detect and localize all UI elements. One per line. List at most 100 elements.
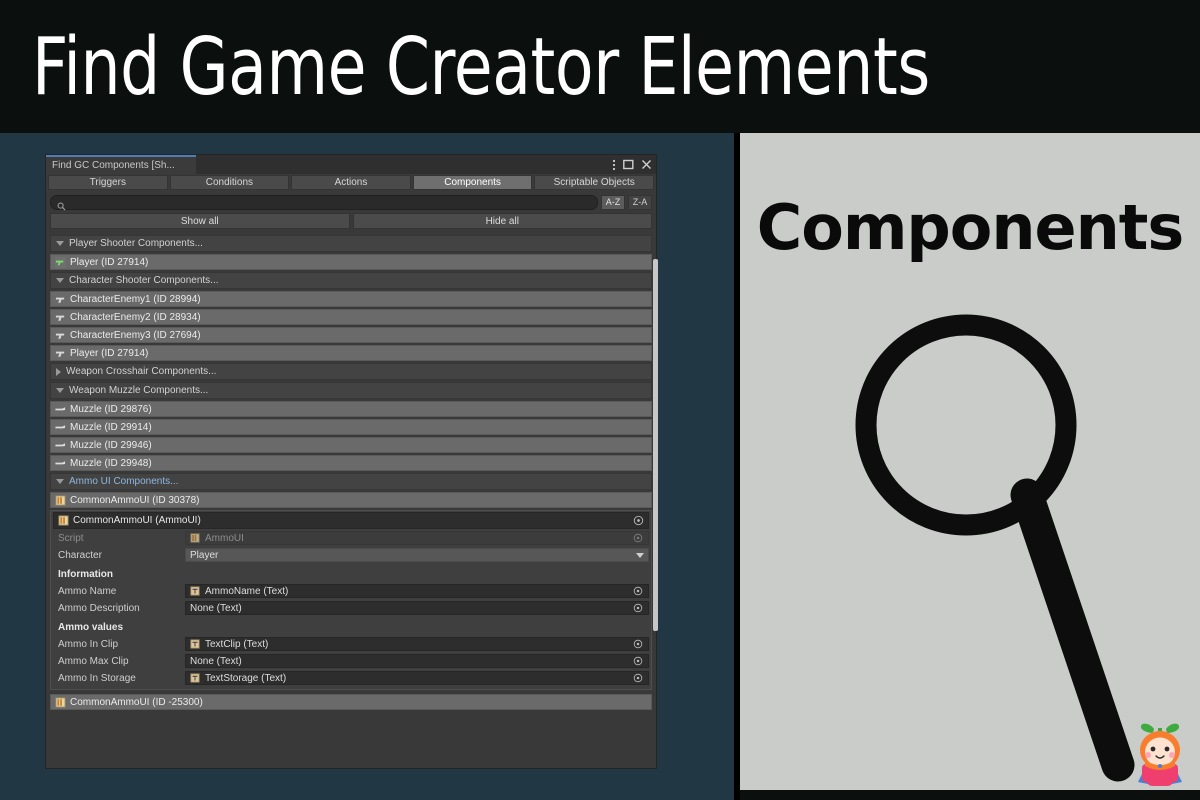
tab-label: Conditions: [205, 177, 254, 188]
list-item[interactable]: CharacterEnemy3 (ID 27694): [50, 327, 652, 343]
title-banner: Find Game Creator Elements: [0, 0, 1200, 133]
object-picker-icon[interactable]: [633, 656, 644, 667]
gun-icon: [55, 330, 66, 341]
ui-script-icon: [55, 696, 66, 708]
ammo-description-object-field[interactable]: None (Text): [185, 601, 649, 615]
list-item[interactable]: CharacterEnemy1 (ID 28994): [50, 291, 652, 307]
field-row-script: Script AmmoUI: [53, 530, 649, 546]
field-value-script: AmmoUI: [185, 531, 649, 545]
group-label: Weapon Muzzle Components...: [69, 385, 209, 396]
search-row: A-Z Z-A: [46, 191, 656, 213]
search-icon: [855, 314, 1135, 782]
kebab-menu-icon[interactable]: [612, 159, 616, 171]
show-all-button[interactable]: Show all: [50, 213, 350, 229]
left-pane: Find GC Components [Sh... Triggers Condi…: [0, 133, 734, 800]
field-label: Ammo In Storage: [58, 672, 136, 684]
list-item-label: Muzzle (ID 29948): [70, 457, 152, 469]
list-item-label: CharacterEnemy2 (ID 28934): [70, 311, 201, 323]
group-label: Character Shooter Components...: [69, 275, 219, 286]
group-header-character-shooter[interactable]: Character Shooter Components...: [50, 272, 652, 289]
field-row-character: Character Player: [53, 547, 649, 563]
muzzle-icon: [55, 458, 66, 469]
tab-conditions[interactable]: Conditions: [169, 175, 290, 190]
ammo-in-clip-object-field[interactable]: TextClip (Text): [185, 637, 649, 651]
tabbar: Triggers Conditions Actions Components S…: [46, 174, 656, 191]
chevron-down-icon: [56, 388, 64, 393]
object-picker-icon[interactable]: [633, 515, 644, 526]
section-header-information: Information: [58, 569, 113, 580]
tab-actions[interactable]: Actions: [291, 175, 411, 190]
text-icon: [190, 672, 201, 684]
object-picker-icon: [633, 533, 644, 544]
ammo-name-object-field[interactable]: AmmoName (Text): [185, 584, 649, 598]
muzzle-icon: [55, 440, 66, 451]
object-picker-icon[interactable]: [633, 586, 644, 597]
chevron-down-icon: [56, 241, 64, 246]
close-icon[interactable]: [641, 159, 652, 170]
field-value-text: TextStorage (Text): [205, 672, 287, 684]
list-item[interactable]: Muzzle (ID 29948): [50, 455, 652, 471]
list-item[interactable]: Player (ID 27914): [50, 345, 652, 361]
sort-za-button[interactable]: Z-A: [628, 194, 652, 210]
list-item[interactable]: CommonAmmoUI (ID -25300): [50, 694, 652, 710]
list-item[interactable]: Muzzle (ID 29876): [50, 401, 652, 417]
group-header-weapon-crosshair[interactable]: Weapon Crosshair Components...: [50, 363, 652, 380]
vertical-scrollbar-thumb[interactable]: [653, 259, 658, 631]
right-pane: Components: [740, 133, 1200, 800]
list-item-label: CharacterEnemy3 (ID 27694): [70, 329, 201, 341]
hide-all-button[interactable]: Hide all: [352, 213, 652, 229]
group-header-player-shooter[interactable]: Player Shooter Components...: [50, 235, 652, 252]
maximize-icon[interactable]: [623, 159, 634, 170]
inspector-header[interactable]: CommonAmmoUI (AmmoUI): [53, 512, 649, 529]
components-list: Player Shooter Components... Player (ID …: [46, 235, 658, 714]
dropdown-value: Player: [190, 549, 219, 561]
group-header-ammo-ui[interactable]: Ammo UI Components...: [50, 473, 652, 490]
window-tab[interactable]: Find GC Components [Sh...: [46, 155, 196, 174]
field-row-ammo-in-clip: Ammo In Clip TextClip (Text): [53, 636, 649, 652]
field-row-ammo-description: Ammo Description None (Text): [53, 600, 649, 616]
gun-icon: [55, 312, 66, 323]
list-item-label: Muzzle (ID 29876): [70, 403, 152, 415]
group-label: Ammo UI Components...: [69, 476, 179, 487]
tab-triggers[interactable]: Triggers: [48, 175, 168, 190]
page-title: Find Game Creator Elements: [32, 20, 930, 113]
field-label: Ammo In Clip: [58, 638, 119, 650]
hide-all-label: Hide all: [485, 215, 519, 227]
list-item-label: Player (ID 27914): [70, 347, 149, 359]
list-item[interactable]: Muzzle (ID 29914): [50, 419, 652, 435]
list-item[interactable]: CommonAmmoUI (ID 30378): [50, 492, 652, 508]
list-item-label: Muzzle (ID 29914): [70, 421, 152, 433]
ammo-max-clip-object-field[interactable]: None (Text): [185, 654, 649, 668]
list-item[interactable]: CharacterEnemy2 (ID 28934): [50, 309, 652, 325]
find-gc-components-window: Find GC Components [Sh... Triggers Condi…: [45, 154, 658, 769]
search-input[interactable]: [50, 194, 598, 211]
field-value-text: AmmoUI: [205, 532, 244, 544]
field-label: Ammo Name: [58, 585, 117, 597]
sort-az-button[interactable]: A-Z: [601, 194, 625, 210]
list-item[interactable]: Player (ID 27914): [50, 254, 652, 270]
inspector-header-label: CommonAmmoUI (AmmoUI): [73, 515, 201, 526]
bulk-actions-row: Show all Hide all: [46, 213, 656, 233]
tab-label: Scriptable Objects: [553, 177, 635, 188]
list-item-label: Muzzle (ID 29946): [70, 439, 152, 451]
object-picker-icon[interactable]: [633, 639, 644, 650]
object-picker-icon[interactable]: [633, 673, 644, 684]
window-tab-label: Find GC Components [Sh...: [52, 160, 175, 171]
mascot-character-icon: [1138, 723, 1182, 786]
group-header-weapon-muzzle[interactable]: Weapon Muzzle Components...: [50, 382, 652, 399]
tab-components[interactable]: Components: [412, 175, 533, 190]
window-controls: [612, 155, 652, 174]
ammo-in-storage-object-field[interactable]: TextStorage (Text): [185, 671, 649, 685]
section-header-ammo-values: Ammo values: [58, 622, 124, 633]
tab-label: Components: [444, 177, 501, 188]
list-item[interactable]: Muzzle (ID 29946): [50, 437, 652, 453]
right-pane-bottom-rule: [740, 790, 1200, 800]
object-picker-icon[interactable]: [633, 603, 644, 614]
field-label: Ammo Max Clip: [58, 655, 129, 667]
search-icon: [57, 198, 66, 211]
field-value-text: None (Text): [190, 655, 242, 667]
tab-scriptable-objects[interactable]: Scriptable Objects: [534, 175, 654, 190]
screenshot-root: Find Game Creator Elements Find GC Compo…: [0, 0, 1200, 800]
field-row-ammo-in-storage: Ammo In Storage TextStorage (Text): [53, 670, 649, 686]
character-dropdown[interactable]: Player: [185, 548, 649, 562]
